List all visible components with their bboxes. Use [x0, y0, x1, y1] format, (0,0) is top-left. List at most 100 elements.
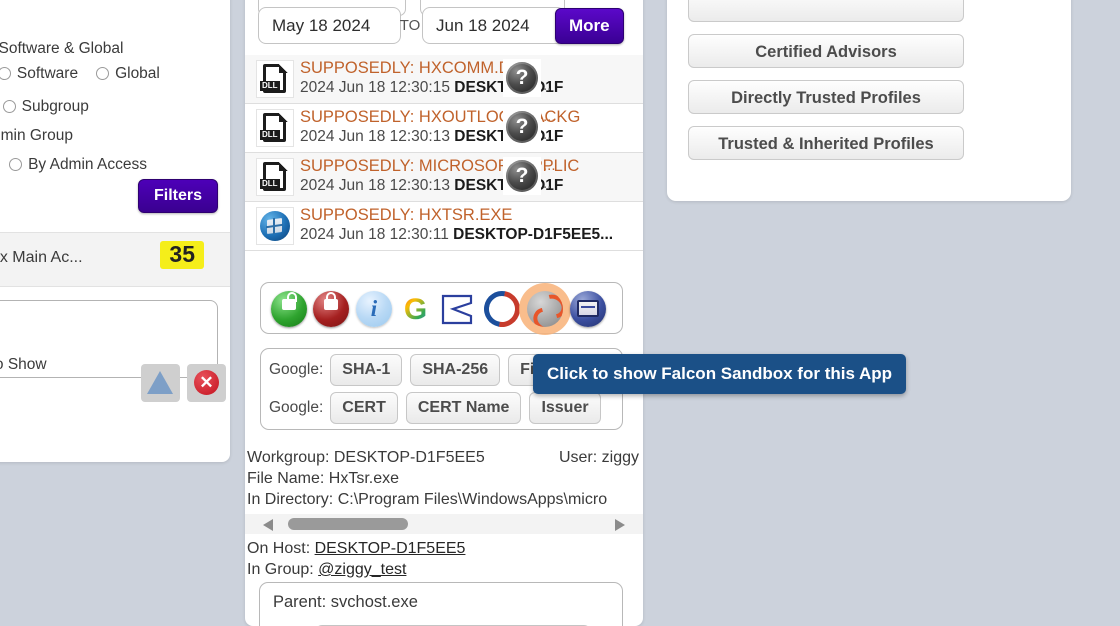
file-subline-overflow: .. — [543, 77, 552, 94]
dll-file-icon-label: DLL — [260, 179, 280, 189]
dll-file-icon-label: DLL — [260, 81, 280, 91]
horizontal-scrollbar[interactable] — [245, 514, 643, 534]
table-row[interactable]: DLL SUPPOSEDLY: HXCOMM.DLL 2024 Jun 18 1… — [245, 55, 643, 104]
on-host-link[interactable]: DESKTOP-D1F5EE5 — [315, 540, 466, 557]
red-x-circle-icon: ✕ — [194, 370, 219, 395]
scope-heading: ublic, Software & Global — [0, 40, 124, 57]
in-group-line: In Group: @ziggy_test — [245, 559, 643, 580]
totals-groups-label: rting Groups to Show — [0, 356, 47, 373]
date-to-input[interactable]: Jun 18 2024 — [422, 7, 565, 44]
move-up-button[interactable] — [141, 364, 180, 402]
sigma-icon[interactable] — [439, 293, 475, 326]
triangle-up-icon — [147, 371, 173, 394]
radio-by-admin-access[interactable] — [9, 158, 23, 171]
file-timestamp: 2024 Jun 18 12:30:15 — [300, 79, 450, 96]
sandbox-account-label: e sandbox Main Ac... — [0, 249, 83, 266]
table-row[interactable]: SUPPOSEDLY: HXTSR.EXE 2024 Jun 18 12:30:… — [245, 202, 643, 251]
radio-global[interactable] — [96, 67, 110, 80]
virustotal-ring-icon[interactable] — [476, 283, 528, 335]
cert-name-button[interactable]: CERT Name — [405, 392, 522, 424]
certified-advisors-button[interactable]: Certified Advisors — [688, 34, 964, 68]
scrollbar-thumb[interactable] — [288, 518, 408, 530]
radio-subgroup[interactable] — [2, 100, 16, 113]
search-results-panel: May 18 2024 TO Jun 18 2024 More DLL SUPP… — [245, 0, 643, 626]
file-title: SUPPOSEDLY: HXCOMM.DLL — [300, 59, 529, 77]
file-result-list: DLL SUPPOSEDLY: HXCOMM.DLL 2024 Jun 18 1… — [245, 55, 643, 251]
dll-file-icon-label: DLL — [260, 130, 280, 140]
radio-row-admin-group: pAdmin Group — [0, 127, 73, 145]
app-details-block: Workgroup: DESKTOP-D1F5EE5 User: ziggy F… — [245, 447, 643, 580]
totals-box: 1 Total rting Groups to Show — [0, 300, 218, 378]
issuer-button[interactable]: Issuer — [529, 392, 601, 424]
radio-option-by-admin-access-label: By Admin Access — [28, 156, 147, 173]
scroll-left-arrow-icon[interactable] — [263, 519, 273, 531]
dll-file-icon: DLL — [256, 109, 294, 147]
in-group-prefix: In Group: — [247, 561, 319, 578]
file-title-overflow: ... — [543, 157, 556, 174]
google-icon[interactable]: G — [399, 293, 432, 326]
radio-option-software-label: Software — [16, 65, 79, 82]
radio-option-admin-group-label: Admin Group — [0, 127, 73, 144]
radio-software[interactable] — [0, 67, 11, 80]
windows-defender-icon[interactable] — [570, 291, 606, 327]
radio-option-subgroup-label: Subgroup — [21, 98, 89, 115]
more-button[interactable]: More — [555, 8, 624, 44]
delete-button[interactable]: ✕ — [187, 364, 226, 402]
app-action-icon-strip: i G — [260, 282, 623, 335]
file-host: DESKTOP-D1F5EE5... — [453, 226, 614, 243]
on-host-prefix: On Host: — [247, 540, 315, 557]
trust-button-0[interactable] — [688, 0, 964, 22]
trusted-inherited-profiles-button[interactable]: Trusted & Inherited Profiles — [688, 126, 964, 160]
filters-button[interactable]: Filters — [137, 179, 218, 213]
date-range-row: May 18 2024 TO Jun 18 2024 More — [245, 7, 643, 55]
workgroup-line: Workgroup: DESKTOP-D1F5EE5 User: ziggy — [245, 447, 643, 468]
hash-row-1: Google: SHA-1 SHA-256 Fi — [269, 354, 554, 388]
parent-process-box: Parent: svchost.exe — [259, 582, 623, 626]
table-row[interactable]: DLL SUPPOSEDLY: MICROSOFT.APPLIC 2024 Ju… — [245, 153, 643, 202]
file-subline: 2024 Jun 18 12:30:11 DESKTOP-D1F5EE5... — [300, 226, 613, 244]
directory-line: In Directory: C:\Program Files\WindowsAp… — [247, 491, 608, 508]
question-mark-icon[interactable]: ? — [503, 108, 541, 146]
radio-row-group-type: MainSubgroup — [0, 98, 89, 116]
file-timestamp: 2024 Jun 18 12:30:13 — [300, 128, 450, 145]
hash-row-2-label: Google: — [269, 399, 324, 416]
sandbox-count-badge: 35 — [160, 241, 204, 270]
locked-padlock-icon[interactable] — [313, 291, 349, 327]
info-icon[interactable]: i — [356, 291, 392, 327]
file-timestamp: 2024 Jun 18 12:30:13 — [300, 177, 450, 194]
question-mark-icon[interactable]: ? — [503, 157, 541, 195]
hash-row-1-label: Google: — [269, 361, 324, 378]
hash-row-2: Google: CERT CERT Name Issuer — [269, 392, 609, 426]
falcon-sandbox-icon[interactable] — [527, 291, 563, 327]
file-title-overflow: ... — [543, 108, 556, 125]
on-host-line: On Host: DESKTOP-D1F5EE5 — [245, 538, 643, 559]
trust-profiles-panel: Certified Advisors Directly Trusted Prof… — [667, 0, 1071, 201]
left-filters-panel: ublic, Software & Global ublicSoftwareGl… — [0, 0, 230, 462]
sha1-button[interactable]: SHA-1 — [330, 354, 403, 386]
radio-row-admin-access: NoneBy Admin Access — [0, 156, 147, 174]
in-group-link[interactable]: @ziggy_test — [318, 561, 406, 578]
file-timestamp: 2024 Jun 18 12:30:11 — [300, 226, 449, 243]
sandbox-account-row[interactable]: e sandbox Main Ac... 35 — [0, 232, 230, 287]
directly-trusted-profiles-button[interactable]: Directly Trusted Profiles — [688, 80, 964, 114]
question-mark-icon[interactable]: ? — [503, 59, 541, 97]
unlocked-padlock-icon[interactable] — [271, 291, 307, 327]
scroll-right-arrow-icon[interactable] — [615, 519, 625, 531]
table-row[interactable]: DLL SUPPOSEDLY: HXOUTLOOKBACKG 2024 Jun … — [245, 104, 643, 153]
workgroup-label: Workgroup: DESKTOP-D1F5EE5 — [247, 449, 485, 466]
sha256-button[interactable]: SHA-256 — [410, 354, 501, 386]
date-to-separator-label: TO — [399, 17, 421, 34]
user-label: User: ziggy — [558, 449, 639, 466]
radio-option-global-label: Global — [115, 65, 160, 82]
falcon-sandbox-tooltip: Click to show Falcon Sandbox for this Ap… — [533, 354, 907, 394]
file-subline-overflow: .. — [543, 175, 552, 192]
radio-row-scope: ublicSoftwareGlobal — [0, 65, 160, 83]
file-title: SUPPOSEDLY: HXTSR.EXE — [300, 206, 513, 224]
cert-button[interactable]: CERT — [330, 392, 398, 424]
date-from-input[interactable]: May 18 2024 — [258, 7, 401, 44]
dll-file-icon: DLL — [256, 158, 294, 196]
file-name-line: File Name: HxTsr.exe — [247, 470, 400, 487]
dll-file-icon: DLL — [256, 60, 294, 98]
parent-process-label: Parent: svchost.exe — [273, 593, 418, 611]
windows-logo-icon — [256, 207, 294, 245]
